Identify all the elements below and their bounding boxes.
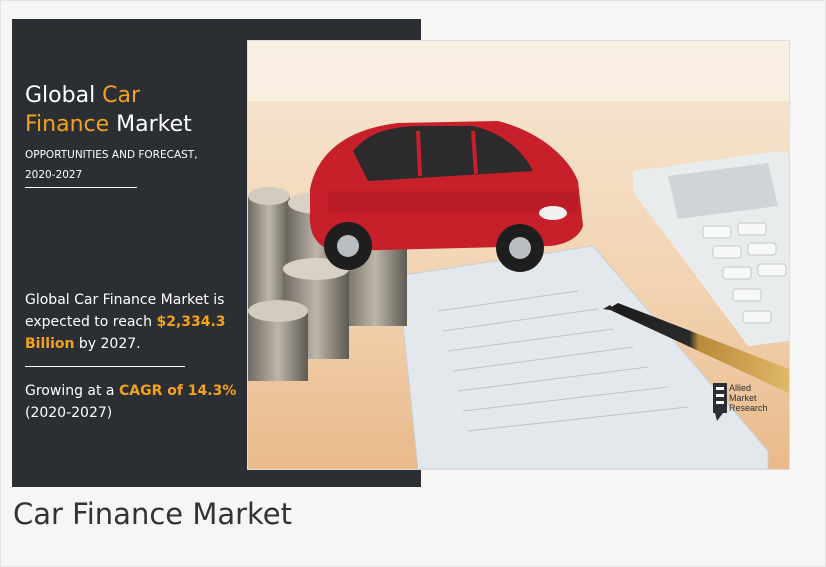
- infographic[interactable]: Global Car Finance Market OPPORTUNITIES …: [12, 19, 789, 487]
- brand-line-1: Allied: [729, 383, 751, 393]
- market-description: Global Car Finance Market is expected to…: [25, 289, 245, 355]
- title-text: Global: [25, 83, 103, 108]
- allied-market-research-logo: Allied Market Research: [713, 381, 785, 423]
- divider: [25, 187, 137, 188]
- growth-period: (2020-2027): [25, 405, 113, 421]
- infographic-title: Global Car Finance Market: [25, 81, 192, 139]
- car-finance-photo: Allied Market Research: [248, 41, 789, 469]
- brand-line-2: Market: [729, 393, 757, 403]
- brand-logo-mark: Allied Market Research: [713, 383, 768, 421]
- infographic-subtitle: OPPORTUNITIES AND FORECAST, 2020-2027: [25, 145, 245, 185]
- subtitle-line-2: 2020-2027: [25, 169, 83, 181]
- subtitle-line-1: OPPORTUNITIES AND FORECAST,: [25, 149, 198, 161]
- photo-illustration: [248, 41, 789, 469]
- image-frame: Global Car Finance Market OPPORTUNITIES …: [0, 0, 826, 567]
- title-text-market: Market: [109, 112, 192, 137]
- desc-text-end: by 2027.: [74, 336, 141, 352]
- title-highlight-finance: Finance: [25, 112, 110, 137]
- brand-line-3: Research: [729, 403, 768, 413]
- divider: [25, 366, 185, 367]
- title-highlight-car: Car: [102, 83, 141, 108]
- cagr-value: CAGR of 14.3%: [118, 383, 237, 399]
- image-caption: Car Finance Market: [13, 497, 293, 531]
- growth-text: Growing at a: [25, 383, 119, 399]
- growth-statement: Growing at a CAGR of 14.3% (2020-2027): [25, 380, 257, 424]
